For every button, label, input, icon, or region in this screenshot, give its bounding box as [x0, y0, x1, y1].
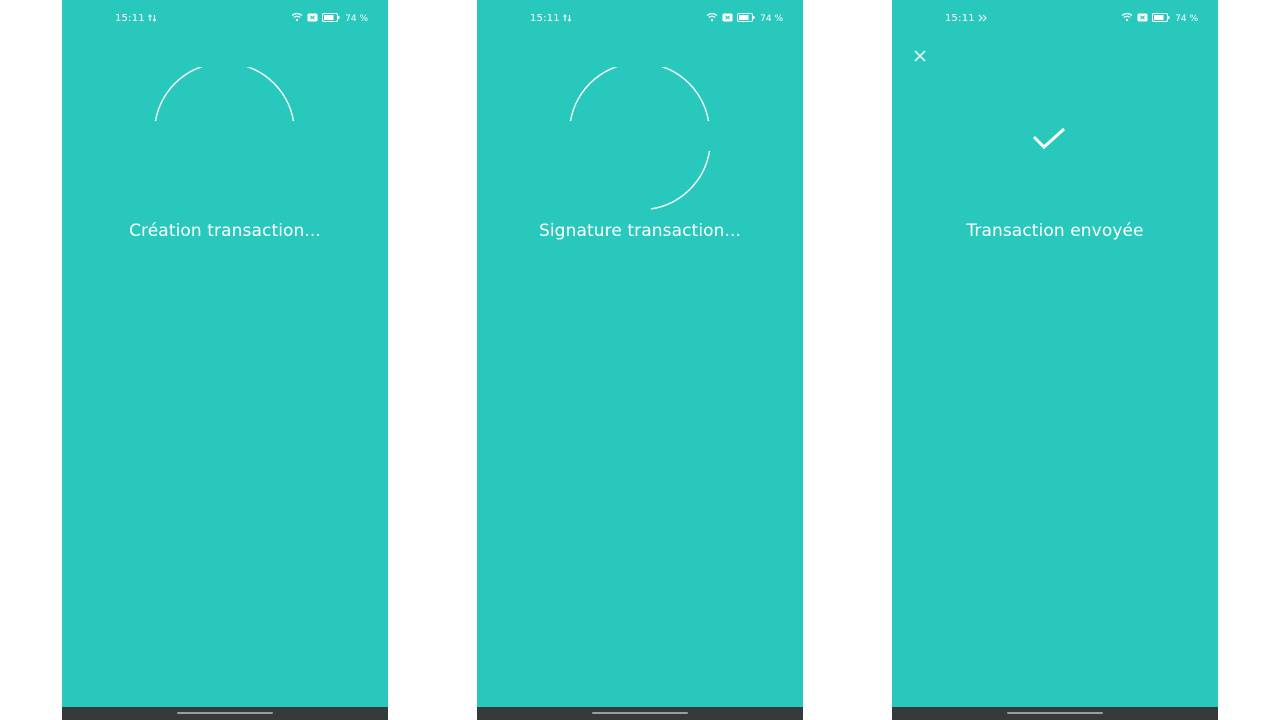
- data-transfer-icon: [978, 14, 987, 25]
- sim-icon: [307, 13, 318, 25]
- home-indicator[interactable]: [1007, 712, 1103, 714]
- navigation-bar: [62, 707, 388, 720]
- status-time: 15:11: [530, 13, 560, 24]
- home-indicator[interactable]: [177, 712, 273, 714]
- navigation-bar: [892, 707, 1218, 720]
- navigation-bar: [477, 707, 803, 720]
- battery-percentage: 74 %: [760, 13, 783, 24]
- home-indicator[interactable]: [592, 712, 688, 714]
- close-icon: [914, 50, 926, 62]
- sim-icon: [1137, 13, 1148, 25]
- phone-screen-creating: 15:11 74 % Création transaction...: [62, 0, 388, 720]
- network-activity-icon: [148, 14, 157, 25]
- wifi-icon: [1121, 12, 1133, 25]
- phone-screen-signing: 15:11 74 % Signature transaction...: [477, 0, 803, 720]
- sim-icon: [722, 13, 733, 25]
- status-icons: 74 %: [291, 12, 368, 25]
- checkmark-icon: [1032, 128, 1066, 150]
- status-message: Création transaction...: [129, 221, 321, 241]
- battery-percentage: 74 %: [345, 13, 368, 24]
- status-icons: 74 %: [1121, 12, 1198, 25]
- status-time: 15:11: [945, 13, 975, 24]
- status-bar: 15:11 74 %: [62, 0, 388, 36]
- phone-screen-sent: 15:11 74 % Transaction envoyée: [892, 0, 1218, 720]
- battery-icon: [737, 12, 755, 25]
- status-time: 15:11: [115, 13, 145, 24]
- wifi-icon: [291, 12, 303, 25]
- spinner-icon: [569, 67, 711, 210]
- screenshot-canvas: 15:11 74 % Création transaction... 15:11…: [0, 0, 1280, 720]
- status-message: Signature transaction...: [538, 221, 742, 241]
- network-activity-icon: [563, 14, 572, 25]
- battery-percentage: 74 %: [1175, 13, 1198, 24]
- status-icons: 74 %: [706, 12, 783, 25]
- battery-icon: [322, 12, 340, 25]
- status-bar: 15:11 74 %: [477, 0, 803, 36]
- status-message: Transaction envoyée: [966, 221, 1144, 241]
- spinner-icon: [154, 67, 295, 122]
- wifi-icon: [706, 12, 718, 25]
- close-button[interactable]: [910, 46, 930, 66]
- status-bar: 15:11 74 %: [892, 0, 1218, 36]
- battery-icon: [1152, 12, 1170, 25]
